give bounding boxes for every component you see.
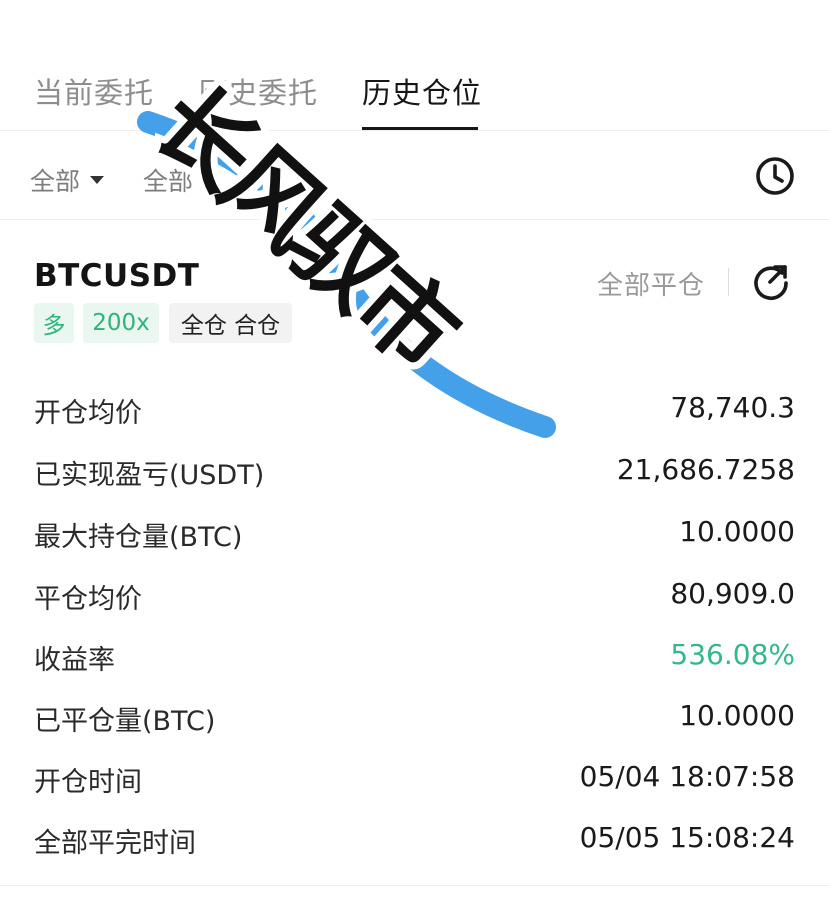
value-realized-pnl: 21,686.7258 xyxy=(616,453,795,486)
filter-label-1: 全部 xyxy=(30,167,81,196)
filter-label-2: 全部 xyxy=(143,167,194,196)
position-symbol: BTCUSDT xyxy=(34,258,200,294)
value-close-avg-price: 80,909.0 xyxy=(670,577,795,610)
divider xyxy=(728,268,729,296)
label-open-avg-price: 开仓均价 xyxy=(34,398,142,429)
label-open-time: 开仓时间 xyxy=(34,767,142,798)
share-icon[interactable] xyxy=(749,259,793,303)
label-realized-pnl: 已实现盈亏(USDT) xyxy=(34,460,265,491)
close-all-button[interactable]: 全部平仓 xyxy=(597,265,705,302)
label-close-complete-time: 全部平完时间 xyxy=(34,828,196,859)
divider xyxy=(0,885,829,886)
filter-bar: 全部 全部 xyxy=(0,132,829,220)
active-tab-indicator xyxy=(362,127,478,130)
side-badge: 多 xyxy=(34,303,74,343)
tab-order-history[interactable]: 历史委托 xyxy=(198,70,318,112)
tab-position-history[interactable]: 历史仓位 xyxy=(362,70,482,112)
chevron-down-icon xyxy=(90,176,105,184)
value-return-rate: 536.08% xyxy=(670,638,795,671)
value-close-complete-time: 05/05 15:08:24 xyxy=(579,821,795,854)
value-closed-amount: 10.0000 xyxy=(679,699,795,732)
label-max-position: 最大持仓量(BTC) xyxy=(34,522,243,553)
tab-current-orders[interactable]: 当前委托 xyxy=(34,70,154,112)
margin-mode-badge: 全仓 合仓 xyxy=(169,303,292,343)
clock-icon[interactable] xyxy=(754,155,796,197)
tab-bar: 当前委托 历史委托 历史仓位 xyxy=(0,0,829,131)
value-open-avg-price: 78,740.3 xyxy=(670,391,795,424)
label-close-avg-price: 平仓均价 xyxy=(34,584,142,615)
label-closed-amount: 已平仓量(BTC) xyxy=(34,706,216,737)
chevron-down-icon xyxy=(203,176,218,184)
filter-dropdown-1[interactable]: 全部 xyxy=(30,162,105,198)
value-open-time: 05/04 18:07:58 xyxy=(579,760,795,793)
value-max-position: 10.0000 xyxy=(679,515,795,548)
label-return-rate: 收益率 xyxy=(34,645,115,676)
filter-dropdown-2[interactable]: 全部 xyxy=(143,162,218,198)
leverage-badge: 200x xyxy=(83,303,159,343)
